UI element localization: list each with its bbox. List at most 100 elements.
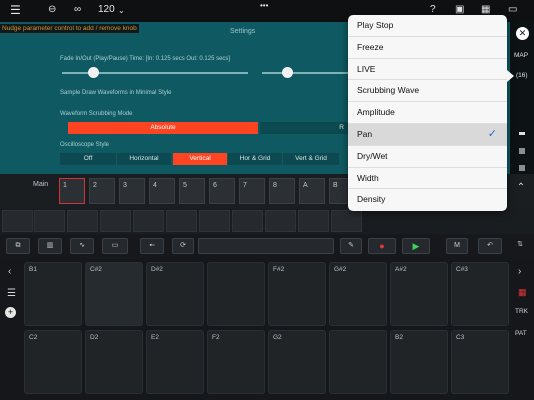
menu-item-density[interactable]: Density	[348, 189, 507, 211]
secondary-key[interactable]	[133, 210, 164, 232]
pad-r2-6[interactable]	[329, 330, 387, 394]
menu-item-live[interactable]: LIVE	[348, 59, 507, 81]
undo-icon[interactable]: ↶	[478, 238, 502, 254]
left-chevron-icon[interactable]: ‹	[8, 266, 11, 277]
swap-icon[interactable]: ⇅	[512, 238, 528, 254]
pat-label[interactable]: PAT	[515, 330, 527, 337]
secondary-key[interactable]	[2, 210, 33, 232]
secondary-key[interactable]	[265, 210, 296, 232]
pad-r1-6[interactable]: G#2	[329, 262, 387, 326]
more-dots[interactable]: •••	[260, 1, 268, 10]
pad-r1-5[interactable]: F#2	[268, 262, 326, 326]
pad-r2-4[interactable]: F2	[207, 330, 265, 394]
key-5[interactable]: 5	[179, 178, 205, 204]
pad-r1-8[interactable]: C#3	[451, 262, 509, 326]
key-4[interactable]: 4	[149, 178, 175, 204]
map-count: (16)	[516, 72, 528, 79]
fade-in-slider-knob[interactable]	[88, 67, 99, 78]
sample-draw-label: Sample Draw Waveforms in Minimal Style	[60, 90, 172, 96]
rect-icon[interactable]: ▭	[102, 238, 128, 254]
hamburger-icon[interactable]: ☰	[10, 3, 21, 17]
window-icon[interactable]: ▣	[455, 4, 464, 15]
menu-item-dry-wet[interactable]: Dry/Wet	[348, 146, 507, 168]
collapse-chevron-icon[interactable]: ⌃	[512, 182, 530, 200]
help-icon[interactable]: ?	[430, 4, 436, 15]
add-icon[interactable]: +	[5, 307, 16, 318]
osc-vert-grid-option[interactable]: Vert & Grid	[283, 153, 339, 165]
key-3[interactable]: 3	[119, 178, 145, 204]
pad-r2-3[interactable]: E2	[146, 330, 204, 394]
pad-r2-8[interactable]: C3	[451, 330, 509, 394]
pad-r2-1[interactable]: C2	[24, 330, 82, 394]
key-6[interactable]: 6	[209, 178, 235, 204]
pad-r2-5[interactable]: G2	[268, 330, 326, 394]
text-field[interactable]	[198, 238, 334, 254]
pad-r2-2[interactable]: D2	[85, 330, 143, 394]
bars-icon[interactable]: ▥	[38, 238, 62, 254]
nudge-hint: Nudge parameter control to add / remove …	[0, 24, 139, 33]
menu-item-amplitude[interactable]: Amplitude	[348, 102, 507, 124]
secondary-key[interactable]	[232, 210, 263, 232]
knob-icon[interactable]: ⊖	[48, 4, 56, 15]
curve-icon[interactable]: ∿	[70, 238, 94, 254]
pad-r1-7[interactable]: A#2	[390, 262, 448, 326]
osc-style-label: Oscilloscope Style	[60, 142, 110, 148]
key-a[interactable]: A	[299, 178, 325, 204]
screen-icon[interactable]: ▭	[508, 4, 517, 15]
refresh-icon[interactable]: ⟳	[172, 238, 194, 254]
menu-item-width[interactable]: Width	[348, 168, 507, 190]
fade-out-slider-knob[interactable]	[282, 67, 293, 78]
menu-item-scrubbing-wave[interactable]: Scrubbing Wave	[348, 80, 507, 103]
metronome-icon[interactable]: M	[446, 238, 468, 254]
list-icon[interactable]: ☰	[7, 288, 16, 299]
secondary-key[interactable]	[298, 210, 329, 232]
menu-item-pan-label: Pan	[357, 129, 373, 139]
toggle-icon[interactable]: ▪▫	[140, 238, 164, 254]
play-button[interactable]: ▶	[402, 238, 430, 254]
pad-r1-3[interactable]: D#2	[146, 262, 204, 326]
popup-pointer	[507, 70, 514, 82]
grid-red-icon[interactable]: ▦	[518, 287, 527, 298]
menu-item-play-stop[interactable]: Play Stop	[348, 15, 507, 37]
close-icon[interactable]: ✕	[516, 27, 529, 40]
secondary-key[interactable]	[199, 210, 230, 232]
pad-r1-4[interactable]	[207, 262, 265, 326]
osc-hor-grid-option[interactable]: Hor & Grid	[228, 153, 282, 165]
osc-off-option[interactable]: Off	[60, 153, 116, 165]
key-1[interactable]: 1	[59, 178, 85, 204]
secondary-key[interactable]	[331, 210, 362, 232]
trk-label[interactable]: TRK	[515, 308, 528, 315]
grid-icon[interactable]: ▦	[481, 4, 490, 15]
loop-icon[interactable]: ∞	[74, 4, 81, 15]
scrub-absolute-option[interactable]: Absolute	[68, 122, 258, 134]
secondary-key[interactable]	[100, 210, 131, 232]
layout-icon[interactable]: ⧉	[6, 238, 30, 254]
secondary-key[interactable]	[166, 210, 197, 232]
tempo-value[interactable]: 120	[98, 4, 115, 15]
fade-out-slider-track[interactable]	[262, 72, 348, 74]
osc-horizontal-option[interactable]: Horizontal	[117, 153, 171, 165]
key-8[interactable]: 8	[269, 178, 295, 204]
osc-vertical-option[interactable]: Vertical	[173, 153, 227, 165]
checkmark-icon: ✓	[487, 128, 497, 140]
map-label[interactable]: MAP	[514, 52, 528, 59]
key-7[interactable]: 7	[239, 178, 265, 204]
pad-r1-2[interactable]: C#2	[85, 262, 143, 326]
pad-r1-1[interactable]: B1	[24, 262, 82, 326]
pad-r2-7[interactable]: B2	[390, 330, 448, 394]
strip-indicator-2	[519, 148, 525, 154]
settings-title: Settings	[230, 28, 256, 35]
right-chevron-icon[interactable]: ›	[518, 266, 521, 277]
record-button[interactable]: ●	[368, 238, 396, 254]
strip-indicator-1	[519, 132, 525, 135]
secondary-key[interactable]	[34, 210, 65, 232]
menu-item-freeze[interactable]: Freeze	[348, 37, 507, 59]
scrub-other-option[interactable]: R	[260, 122, 348, 134]
key-2[interactable]: 2	[89, 178, 115, 204]
fade-time-label: Fade In/Out (Play/Pause) Time: [In: 0.12…	[60, 56, 231, 62]
menu-item-pan[interactable]: Pan ✓	[348, 124, 507, 146]
secondary-key[interactable]	[67, 210, 98, 232]
tempo-chevron-icon[interactable]: ⌄	[118, 6, 125, 15]
edit-icon[interactable]: ✎	[340, 238, 362, 254]
key-main[interactable]: Main	[30, 178, 58, 204]
